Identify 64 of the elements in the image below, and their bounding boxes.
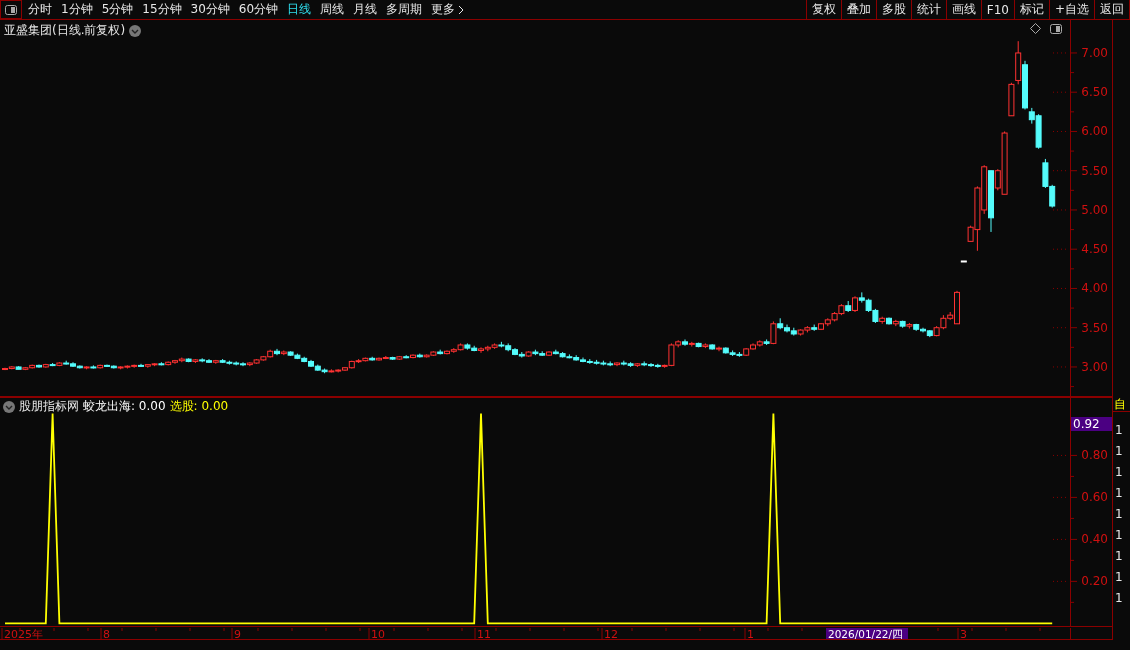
list-value: 1 (1114, 443, 1124, 460)
toolbar-button[interactable]: 返回 (1094, 0, 1130, 19)
list-value: 1 (1114, 506, 1124, 523)
list-value: 1 (1114, 485, 1124, 502)
period-tab[interactable]: 多周期 (386, 1, 423, 18)
time-axis-label: 8 (103, 628, 110, 639)
price-axis-label: 4.50 (1081, 242, 1108, 257)
toolbar-button[interactable]: 统计 (910, 0, 946, 19)
list-value: 1 (1114, 569, 1124, 586)
period-tab[interactable]: 1分钟 (61, 1, 93, 18)
list-value: 1 (1114, 422, 1124, 439)
chevron-right-icon (458, 4, 465, 15)
time-axis-label: 10 (371, 628, 385, 639)
toolbar-button[interactable]: F10 (980, 0, 1014, 19)
list-value: 1 (1114, 464, 1124, 481)
time-axis-label: 12 (604, 628, 618, 639)
chart-title: 亚盛集团(日线.前复权) (4, 22, 126, 39)
period-tab[interactable]: 月线 (353, 1, 378, 18)
diamond-icon[interactable] (1030, 23, 1041, 34)
panel-toggle-icon[interactable] (1050, 23, 1062, 34)
list-value: 1 (1114, 590, 1124, 607)
time-axis-label: 1 (747, 628, 754, 639)
price-axis-label: 4.00 (1081, 281, 1108, 296)
toolbar-button[interactable]: 叠加 (840, 0, 876, 19)
price-axis-label: 6.00 (1081, 124, 1108, 139)
value-axis-label: 0.20 (1081, 574, 1108, 589)
price-axis-label: 7.00 (1081, 45, 1108, 60)
toolbar-button[interactable]: 标记 (1013, 0, 1049, 19)
panel-toggle-icon[interactable] (5, 4, 17, 15)
value-badge: 0.92 (1071, 417, 1112, 431)
period-tab[interactable]: 5分钟 (101, 1, 134, 18)
toolbar-button[interactable]: +自选 (1048, 0, 1094, 19)
more-menu-button[interactable]: 更多 (431, 1, 465, 18)
chevron-down-icon[interactable] (129, 24, 142, 37)
price-axis-label: 3.00 (1081, 359, 1108, 374)
toolbar-button[interactable]: 多股 (875, 0, 911, 19)
date-badge: 2026/01/22/四 (826, 628, 908, 639)
list-value: 1 (1114, 527, 1124, 544)
value-axis-label: 0.60 (1081, 490, 1108, 505)
price-axis-label: 3.50 (1081, 320, 1108, 335)
price-axis-label: 5.50 (1081, 163, 1108, 178)
time-axis-label: 9 (234, 628, 241, 639)
value-axis-label: 0.80 (1081, 448, 1108, 463)
time-axis-label: 11 (477, 628, 491, 639)
price-axis-label: 6.50 (1081, 85, 1108, 100)
indicator-value: 选股: 0.00 (169, 398, 229, 415)
toolbar-button[interactable]: 复权 (805, 0, 841, 19)
candlestick (960, 260, 967, 263)
panel-header: 自 (1113, 397, 1130, 412)
toolbar-button[interactable]: 画线 (945, 0, 981, 19)
time-axis-label: 3 (960, 628, 967, 639)
value-axis-label: 0.40 (1081, 532, 1108, 547)
chevron-down-icon[interactable] (3, 400, 15, 413)
period-tab[interactable]: 日线 (287, 1, 312, 18)
period-tab[interactable]: 分时 (28, 1, 52, 18)
indicator-value: 蛟龙出海: 0.00 (83, 398, 166, 415)
time-axis-label: 2025年 (4, 628, 43, 639)
indicator-name: 股朋指标网 (19, 398, 79, 415)
period-tab[interactable]: 60分钟 (238, 1, 279, 18)
period-tab[interactable]: 30分钟 (190, 1, 230, 18)
price-axis-label: 5.00 (1081, 202, 1108, 217)
period-tab[interactable]: 周线 (320, 1, 345, 18)
list-value: 1 (1114, 548, 1124, 565)
period-tab[interactable]: 15分钟 (142, 1, 182, 18)
